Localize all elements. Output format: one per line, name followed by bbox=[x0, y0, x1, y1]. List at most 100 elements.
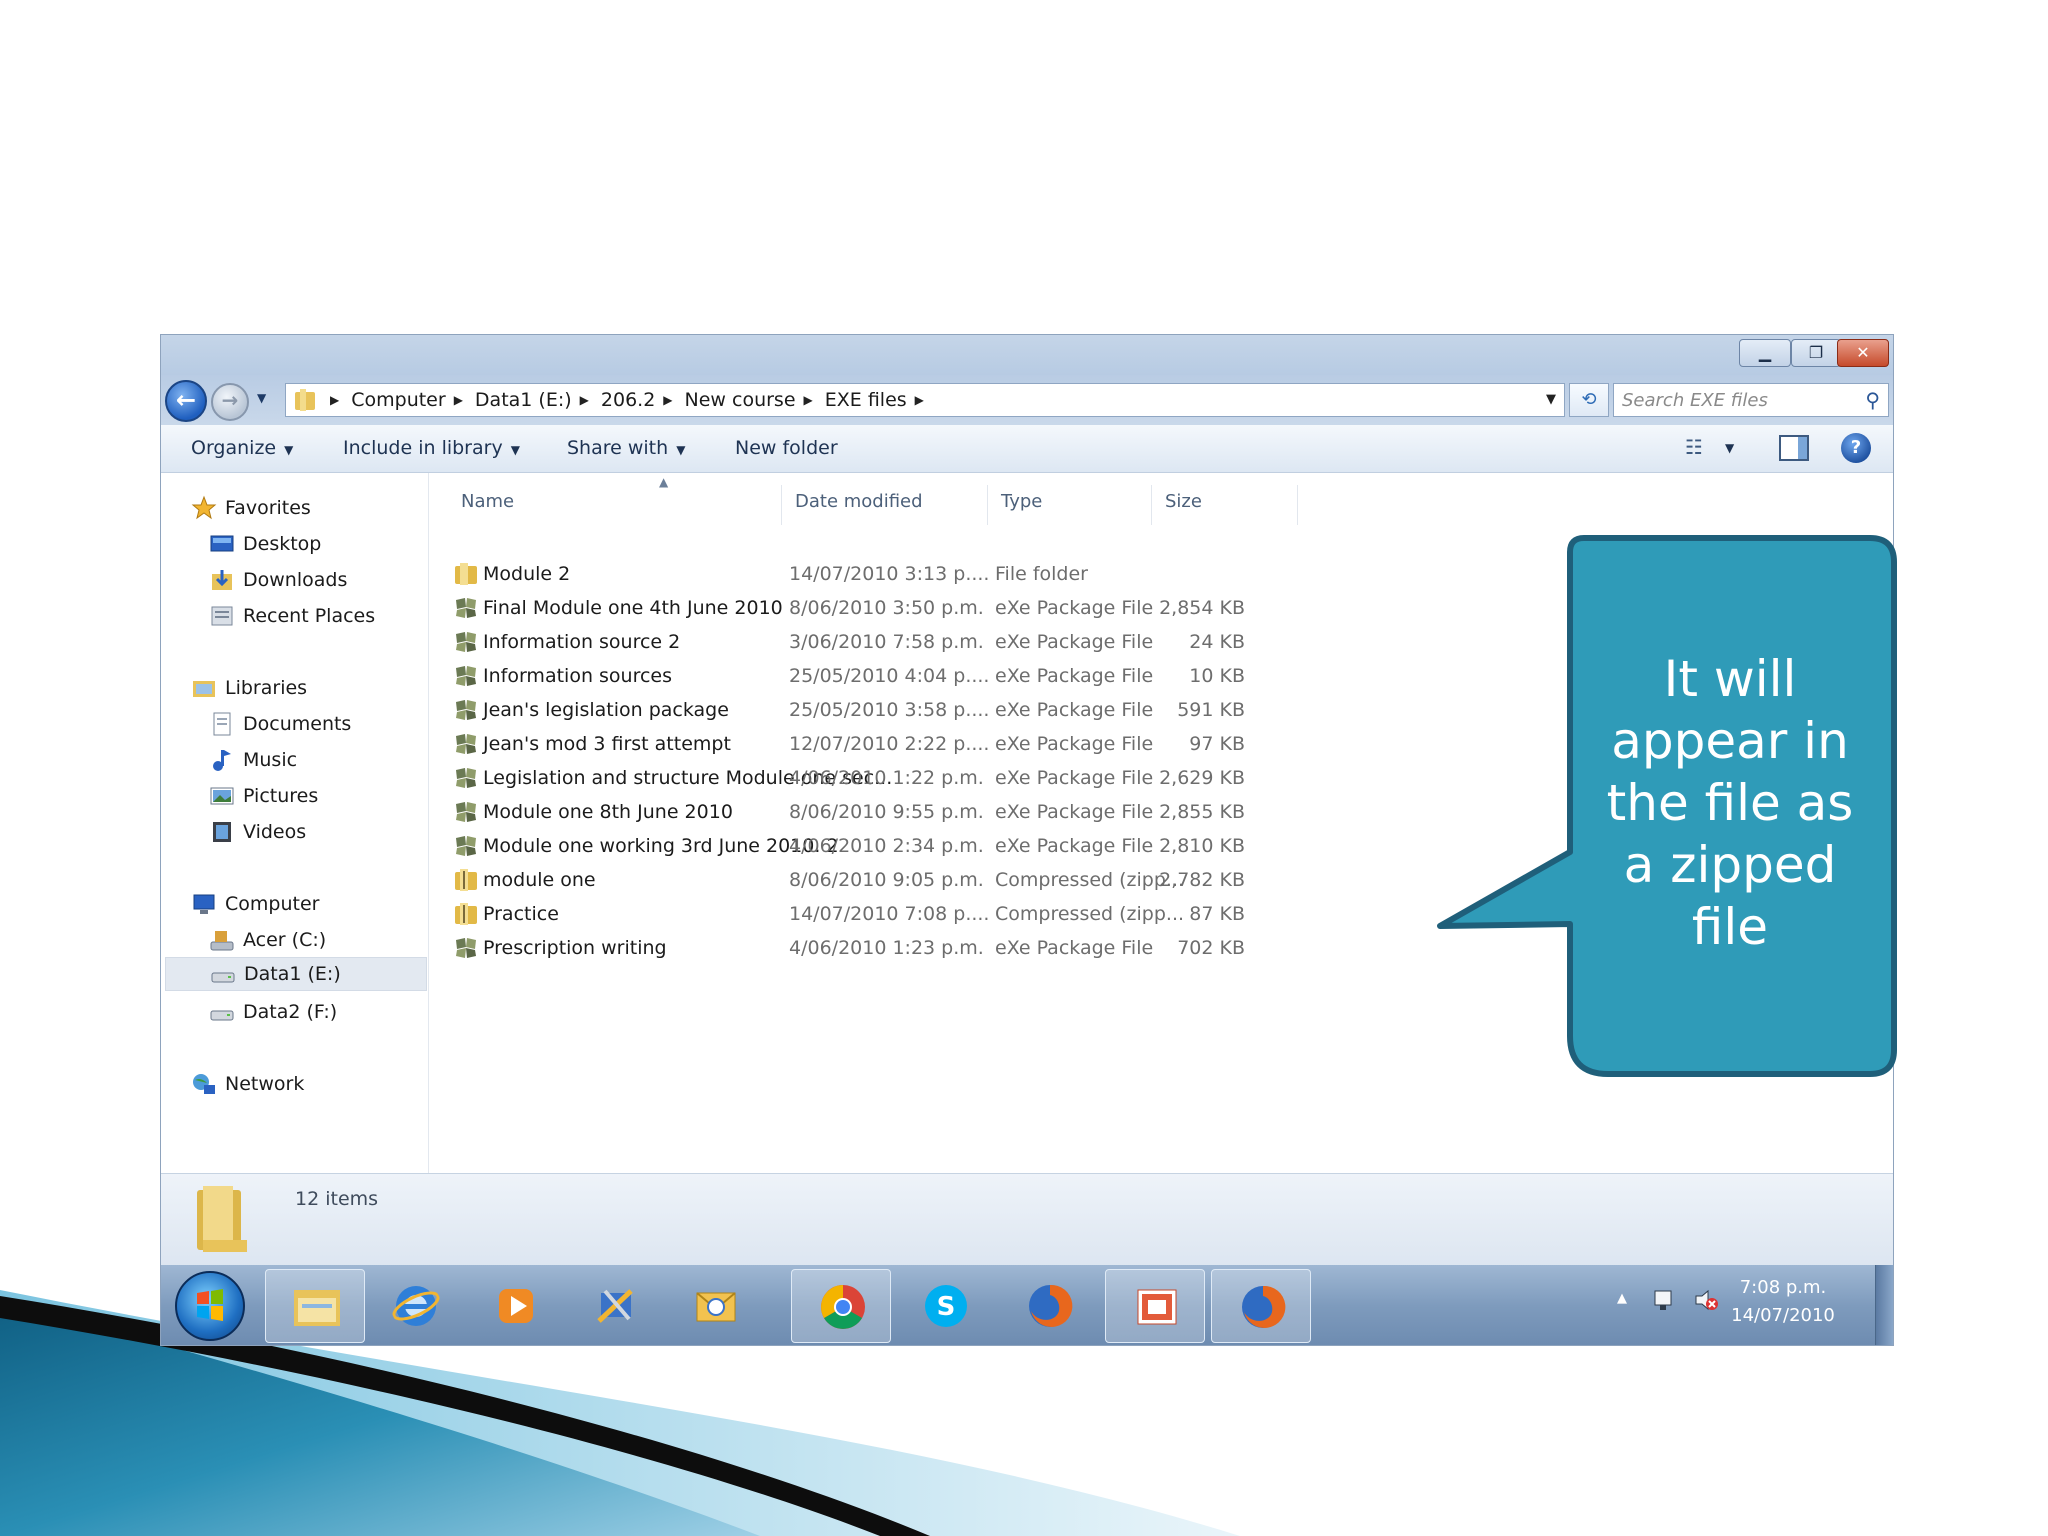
nav-data1-drive[interactable]: Data1 (E:) bbox=[165, 957, 427, 991]
file-name: Module one 8th June 2010 bbox=[483, 801, 733, 823]
folder-icon bbox=[455, 563, 477, 585]
volume-muted-icon[interactable] bbox=[1693, 1287, 1719, 1313]
file-name: Information sources bbox=[483, 665, 673, 687]
address-history-dropdown-icon[interactable]: ▼ bbox=[1546, 392, 1556, 407]
close-button[interactable]: ✕ bbox=[1837, 339, 1889, 367]
clock-date[interactable]: 14/07/2010 bbox=[1723, 1305, 1843, 1326]
nav-pictures[interactable]: Pictures bbox=[209, 779, 318, 813]
file-size: 2,782 KB bbox=[1159, 869, 1245, 891]
nav-videos[interactable]: Videos bbox=[209, 815, 306, 849]
nav-recent-places[interactable]: Recent Places bbox=[209, 599, 375, 633]
taskbar-powerpoint[interactable] bbox=[1105, 1269, 1205, 1343]
file-date-modified: 8/06/2010 9:05 p.m. bbox=[789, 869, 984, 891]
column-header-name[interactable]: Name bbox=[461, 491, 514, 512]
file-row[interactable]: module one 8/06/2010 9:05 p.m. Compressed … bbox=[431, 863, 1431, 897]
file-row[interactable]: Information source 2 3/06/2010 7:58 p.m. e… bbox=[431, 625, 1431, 659]
internet-explorer-icon bbox=[392, 1286, 440, 1326]
breadcrumb-new-course[interactable]: New course bbox=[685, 389, 796, 411]
taskbar-outlook[interactable] bbox=[665, 1269, 765, 1343]
file-row[interactable]: Information sources 25/05/2010 4:04 p....… bbox=[431, 659, 1431, 693]
column-divider[interactable] bbox=[1297, 485, 1298, 525]
include-in-library-button[interactable]: Include in library ▼ bbox=[343, 437, 520, 459]
breadcrumb-separator-icon[interactable]: ▶ bbox=[330, 393, 339, 407]
view-details-icon: ☷ bbox=[1685, 435, 1703, 459]
recent-pages-dropdown-icon[interactable]: ▼ bbox=[257, 391, 266, 405]
callout-line: appear in bbox=[1611, 712, 1849, 770]
pictures-icon bbox=[209, 783, 235, 809]
breadcrumb-computer[interactable]: Computer bbox=[351, 389, 445, 411]
file-row[interactable]: Legislation and structure Module one sec… bbox=[431, 761, 1431, 795]
show-desktop-button[interactable] bbox=[1875, 1265, 1893, 1345]
file-row[interactable]: Final Module one 4th June 2010 8/06/2010 … bbox=[431, 591, 1431, 625]
file-row[interactable]: Module 2 14/07/2010 3:13 p.... File folder bbox=[431, 557, 1431, 591]
refresh-button[interactable]: ⟲ bbox=[1569, 383, 1609, 417]
column-header-type[interactable]: Type bbox=[1001, 491, 1042, 512]
breadcrumb-separator-icon[interactable]: ▶ bbox=[915, 393, 924, 407]
breadcrumb-separator-icon[interactable]: ▶ bbox=[580, 393, 589, 407]
file-size: 87 KB bbox=[1189, 903, 1245, 925]
preview-pane-button[interactable] bbox=[1779, 435, 1809, 461]
nav-libraries[interactable]: Libraries bbox=[191, 671, 307, 705]
breadcrumb-exe-files[interactable]: EXE files bbox=[825, 389, 907, 411]
clock-time[interactable]: 7:08 p.m. bbox=[1733, 1277, 1833, 1298]
new-folder-button[interactable]: New folder bbox=[735, 437, 838, 459]
taskbar-tools[interactable] bbox=[565, 1269, 665, 1343]
file-row[interactable]: Jean's mod 3 first attempt 12/07/2010 2:2… bbox=[431, 727, 1431, 761]
taskbar-skype[interactable]: S bbox=[895, 1269, 995, 1343]
file-row[interactable]: Practice 14/07/2010 7:08 p.... Compressed … bbox=[431, 897, 1431, 931]
recent-places-icon bbox=[209, 603, 235, 629]
close-icon: ✕ bbox=[1856, 343, 1870, 362]
nav-music[interactable]: Music bbox=[209, 743, 297, 777]
taskbar-media-player[interactable] bbox=[465, 1269, 565, 1343]
breadcrumb-separator-icon[interactable]: ▶ bbox=[663, 393, 672, 407]
breadcrumb-206-2[interactable]: 206.2 bbox=[601, 389, 655, 411]
file-row[interactable]: Module one working 3rd June 2010. 2 4/06/… bbox=[431, 829, 1431, 863]
minimize-button[interactable]: ▁ bbox=[1739, 339, 1791, 367]
share-with-button[interactable]: Share with ▼ bbox=[567, 437, 685, 459]
taskbar-firefox-2[interactable] bbox=[1211, 1269, 1311, 1343]
show-hidden-icons-icon[interactable]: ▲ bbox=[1617, 1291, 1627, 1306]
forward-button[interactable]: → bbox=[211, 383, 249, 421]
taskbar-windows-explorer[interactable] bbox=[265, 1269, 365, 1343]
column-divider[interactable] bbox=[781, 485, 782, 525]
back-arrow-icon: ← bbox=[175, 386, 197, 414]
organize-menu-button[interactable]: Organize ▼ bbox=[191, 437, 293, 459]
change-view-button[interactable]: ☷ ▼ bbox=[1685, 435, 1745, 463]
nav-computer[interactable]: Computer bbox=[191, 887, 319, 921]
taskbar-internet-explorer[interactable] bbox=[365, 1269, 465, 1343]
sort-ascending-icon: ▲ bbox=[659, 475, 669, 489]
column-header-date[interactable]: Date modified bbox=[795, 491, 923, 512]
nav-favorites[interactable]: Favorites bbox=[191, 491, 311, 525]
file-size: 24 KB bbox=[1189, 631, 1245, 653]
file-row[interactable]: Jean's legislation package 25/05/2010 3:5… bbox=[431, 693, 1431, 727]
svg-text:S: S bbox=[937, 1292, 956, 1322]
network-tray-icon[interactable] bbox=[1651, 1287, 1675, 1313]
folder-icon bbox=[295, 389, 315, 411]
breadcrumb-data1[interactable]: Data1 (E:) bbox=[475, 389, 572, 411]
taskbar-chrome[interactable] bbox=[791, 1269, 891, 1343]
address-bar[interactable]: ▶ Computer ▶ Data1 (E:) ▶ 206.2 ▶ New co… bbox=[285, 383, 1565, 417]
windows-explorer-icon bbox=[294, 1290, 340, 1326]
taskbar-firefox[interactable] bbox=[999, 1269, 1099, 1343]
search-icon[interactable]: ⚲ bbox=[1865, 388, 1880, 412]
nav-acer-drive[interactable]: Acer (C:) bbox=[209, 923, 326, 957]
restore-button[interactable]: ❐ bbox=[1791, 339, 1841, 367]
column-divider[interactable] bbox=[1151, 485, 1152, 525]
chevron-down-icon: ▼ bbox=[676, 443, 686, 457]
help-button[interactable]: ? bbox=[1841, 433, 1871, 463]
search-input[interactable] bbox=[1622, 388, 1852, 412]
file-row[interactable]: Module one 8th June 2010 8/06/2010 9:55 p… bbox=[431, 795, 1431, 829]
nav-downloads[interactable]: Downloads bbox=[209, 563, 347, 597]
start-button[interactable] bbox=[175, 1271, 245, 1341]
nav-data2-drive[interactable]: Data2 (F:) bbox=[209, 995, 337, 1029]
breadcrumb-separator-icon[interactable]: ▶ bbox=[454, 393, 463, 407]
breadcrumb-separator-icon[interactable]: ▶ bbox=[804, 393, 813, 407]
column-header-size[interactable]: Size bbox=[1165, 491, 1202, 512]
nav-documents[interactable]: Documents bbox=[209, 707, 351, 741]
search-box[interactable]: ⚲ bbox=[1613, 383, 1889, 417]
file-row[interactable]: Prescription writing 4/06/2010 1:23 p.m. e… bbox=[431, 931, 1431, 965]
column-divider[interactable] bbox=[987, 485, 988, 525]
nav-network[interactable]: Network bbox=[191, 1067, 304, 1101]
nav-desktop[interactable]: Desktop bbox=[209, 527, 321, 561]
back-button[interactable]: ← bbox=[165, 380, 207, 422]
